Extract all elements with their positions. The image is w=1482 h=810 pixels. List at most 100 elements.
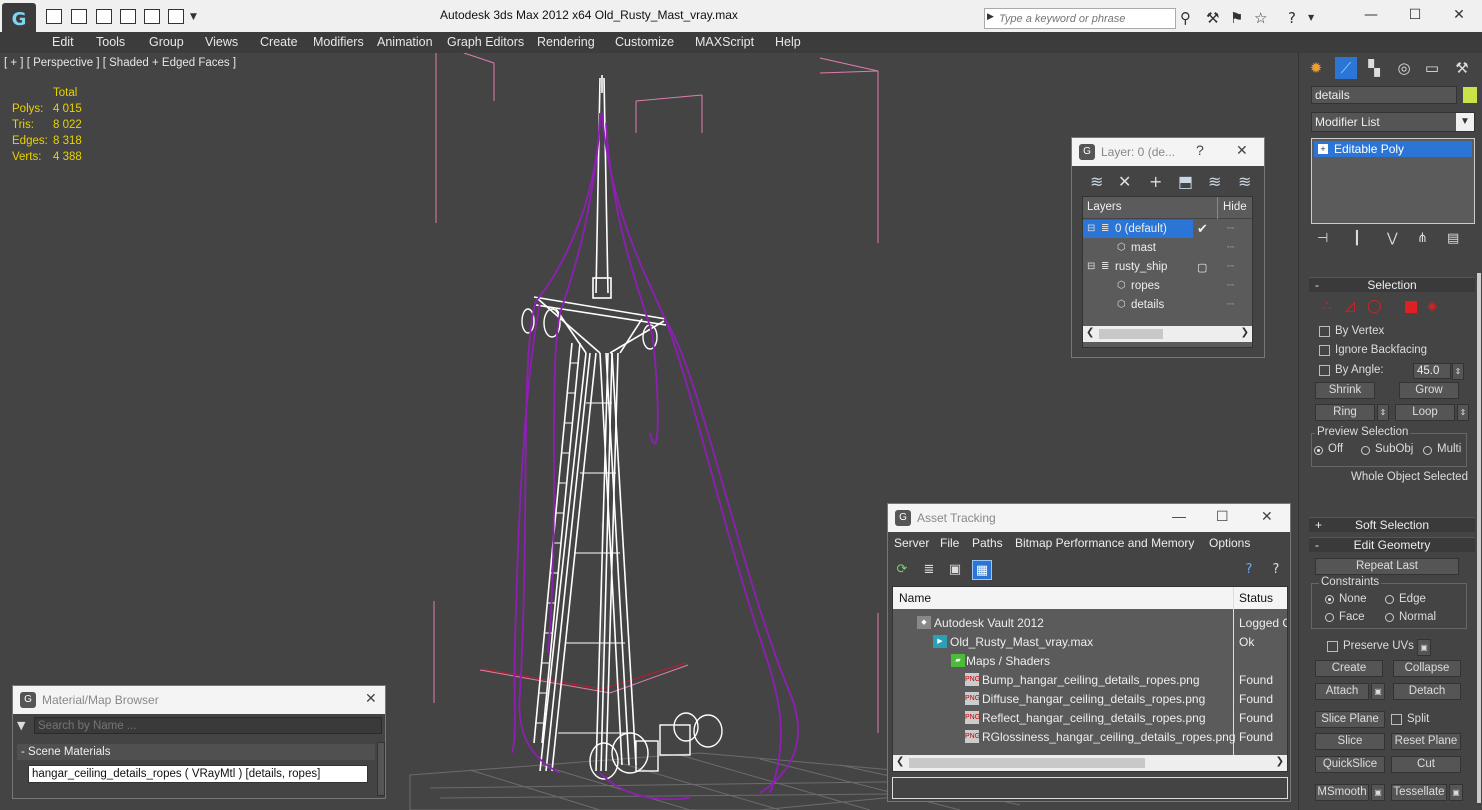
scroll-thumb[interactable] (909, 758, 1145, 768)
layer-row[interactable]: ⬡ details ┄ (1083, 296, 1252, 315)
undo-icon[interactable] (120, 9, 136, 24)
scene-materials-section[interactable]: - Scene Materials (17, 744, 375, 760)
split-checkbox[interactable] (1391, 714, 1402, 725)
attach-settings-button[interactable]: ▣ (1371, 683, 1385, 700)
help-icon[interactable]: ? (1288, 9, 1296, 27)
table-row[interactable]: PNG Diffuse_hangar_ceiling_details_ropes… (893, 689, 1287, 708)
hide-toggle[interactable]: ┄ (1227, 297, 1234, 311)
hide-toggle[interactable]: ┄ (1227, 259, 1234, 273)
menu-animation[interactable]: Animation (377, 35, 433, 49)
scroll-thumb[interactable] (1099, 329, 1163, 339)
layer-dialog-titlebar[interactable]: G Layer: 0 (de... ? ✕ (1072, 138, 1264, 166)
vertical-scrollbar[interactable] (377, 742, 385, 796)
edit-geometry-rollout-header[interactable]: - Edit Geometry (1309, 537, 1475, 552)
shrink-button[interactable]: Shrink (1315, 382, 1375, 399)
tessellate-button[interactable]: Tessellate (1391, 784, 1447, 801)
scroll-right-icon[interactable]: ❯ (1276, 756, 1284, 767)
by-vertex-checkbox[interactable] (1319, 326, 1330, 337)
highlight-layer-icon[interactable]: ≋ (1208, 172, 1221, 191)
browser-options-icon[interactable]: ▼ (17, 719, 25, 732)
menu-edit[interactable]: Edit (52, 35, 74, 49)
menu-create[interactable]: Create (260, 35, 298, 49)
expand-icon[interactable]: + (1318, 144, 1328, 154)
save-file-icon[interactable] (71, 9, 87, 24)
keyword-search[interactable]: ▶ (984, 8, 1176, 29)
hide-toggle[interactable]: ┄ (1227, 278, 1234, 292)
collapse-button[interactable]: Collapse (1393, 660, 1461, 677)
menu-graph-editors[interactable]: Graph Editors (447, 35, 524, 49)
layers-column-header[interactable]: Layers (1087, 201, 1122, 213)
material-list-item[interactable]: hangar_ceiling_details_ropes ( VRayMtl )… (28, 765, 368, 783)
keyword-search-input[interactable] (999, 10, 1173, 27)
scroll-left-icon[interactable]: ❮ (1086, 327, 1094, 338)
menu-customize[interactable]: Customize (615, 35, 674, 49)
modifier-stack-item[interactable]: + Editable Poly (1314, 141, 1472, 157)
chevron-down-icon[interactable]: ▼ (1456, 113, 1474, 131)
select-objects-in-layer-icon[interactable]: ⬒ (1178, 172, 1193, 191)
menu-rendering[interactable]: Rendering (537, 35, 595, 49)
repeat-last-button[interactable]: Repeat Last (1315, 558, 1459, 575)
preview-multi-radio[interactable] (1423, 446, 1432, 455)
reset-plane-button[interactable]: Reset Plane (1391, 733, 1461, 750)
scroll-left-icon[interactable]: ❮ (896, 756, 904, 767)
close-icon[interactable]: ✕ (1236, 142, 1248, 159)
thumbnail-view-icon[interactable]: ▣ (945, 560, 965, 580)
edge-mode-icon[interactable]: ◿ (1345, 299, 1355, 314)
hide-column-header[interactable]: Hide (1223, 201, 1247, 213)
vertex-mode-icon[interactable]: ∴ (1323, 299, 1331, 314)
quick-access-dropdown-icon[interactable]: ▼ (190, 12, 197, 22)
element-mode-icon[interactable]: ◈ (1427, 299, 1437, 314)
horizontal-scrollbar[interactable]: ❮ ❯ (1083, 326, 1252, 342)
minimize-icon[interactable]: — (1172, 508, 1186, 524)
create-layer-icon[interactable]: ≋ (1090, 172, 1103, 191)
close-window-button[interactable]: ✕ (1444, 4, 1474, 26)
make-unique-icon[interactable]: ⋁ (1387, 231, 1398, 246)
quickslice-button[interactable]: QuickSlice (1315, 756, 1385, 773)
border-mode-icon[interactable]: ◯ (1367, 299, 1382, 314)
msmooth-settings-button[interactable]: ▣ (1371, 784, 1385, 801)
add-to-layer-icon[interactable]: + (1149, 172, 1162, 191)
show-end-result-icon[interactable]: ┃ (1353, 231, 1361, 246)
hold-icon[interactable] (168, 9, 184, 24)
asset-path-field[interactable] (892, 777, 1288, 799)
hide-all-layers-icon[interactable]: ≋ (1238, 172, 1251, 191)
modify-tab-icon[interactable]: ⟋ (1335, 57, 1357, 79)
table-row[interactable]: ▶ Old_Rusty_Mast_vray.max Ok (893, 632, 1287, 651)
hide-toggle[interactable]: ┄ (1227, 240, 1234, 254)
constraint-edge-radio[interactable] (1385, 595, 1394, 604)
slice-plane-button[interactable]: Slice Plane (1315, 711, 1385, 728)
utilities-tab-icon[interactable]: ⚒ (1451, 57, 1473, 79)
attach-button[interactable]: Attach (1315, 683, 1369, 700)
minimize-window-button[interactable]: — (1356, 4, 1386, 26)
new-scene-icon[interactable] (96, 9, 112, 24)
refresh-icon[interactable]: ⟳ (892, 560, 912, 580)
table-row[interactable]: PNG Bump_hangar_ceiling_details_ropes.pn… (893, 670, 1287, 689)
menu-tools[interactable]: Tools (96, 35, 125, 49)
status-column-header[interactable]: Status (1239, 591, 1273, 605)
asset-menu-bitmap-performance[interactable]: Bitmap Performance and Memory (1015, 536, 1194, 550)
menu-views[interactable]: Views (205, 35, 238, 49)
grow-button[interactable]: Grow (1399, 382, 1459, 399)
delete-layer-icon[interactable]: ✕ (1118, 172, 1131, 191)
preserve-uvs-settings-button[interactable]: ▣ (1417, 639, 1431, 656)
table-view-icon[interactable]: ▦ (972, 560, 992, 580)
subscription-icon[interactable]: ⚒ (1206, 9, 1219, 27)
material-search-input[interactable] (34, 717, 382, 734)
close-icon[interactable]: ✕ (1261, 508, 1273, 525)
collapse-icon[interactable]: ⊟ (1087, 261, 1095, 272)
table-row[interactable]: ◆ Autodesk Vault 2012 Logged O (893, 613, 1287, 632)
current-layer-check-icon[interactable]: ✔ (1197, 221, 1208, 237)
favorites-icon[interactable]: ☆ (1254, 9, 1267, 27)
table-row[interactable]: PNG RGlossiness_hangar_ceiling_details_r… (893, 727, 1287, 746)
current-layer-box-icon[interactable]: ▢ (1197, 261, 1207, 274)
asset-menu-paths[interactable]: Paths (972, 536, 1003, 550)
detach-button[interactable]: Detach (1393, 683, 1461, 700)
open-file-icon[interactable] (46, 9, 62, 24)
menu-modifiers[interactable]: Modifiers (313, 35, 364, 49)
by-angle-input[interactable]: 45.0 (1413, 363, 1451, 379)
collapse-icon[interactable]: ⊟ (1087, 223, 1095, 234)
asset-tracking-titlebar[interactable]: G Asset Tracking — ☐ ✕ (888, 504, 1290, 532)
polygon-mode-icon[interactable] (1405, 301, 1417, 313)
pin-stack-icon[interactable]: ⊣ (1317, 231, 1328, 246)
help-icon[interactable]: ? (1239, 560, 1259, 580)
